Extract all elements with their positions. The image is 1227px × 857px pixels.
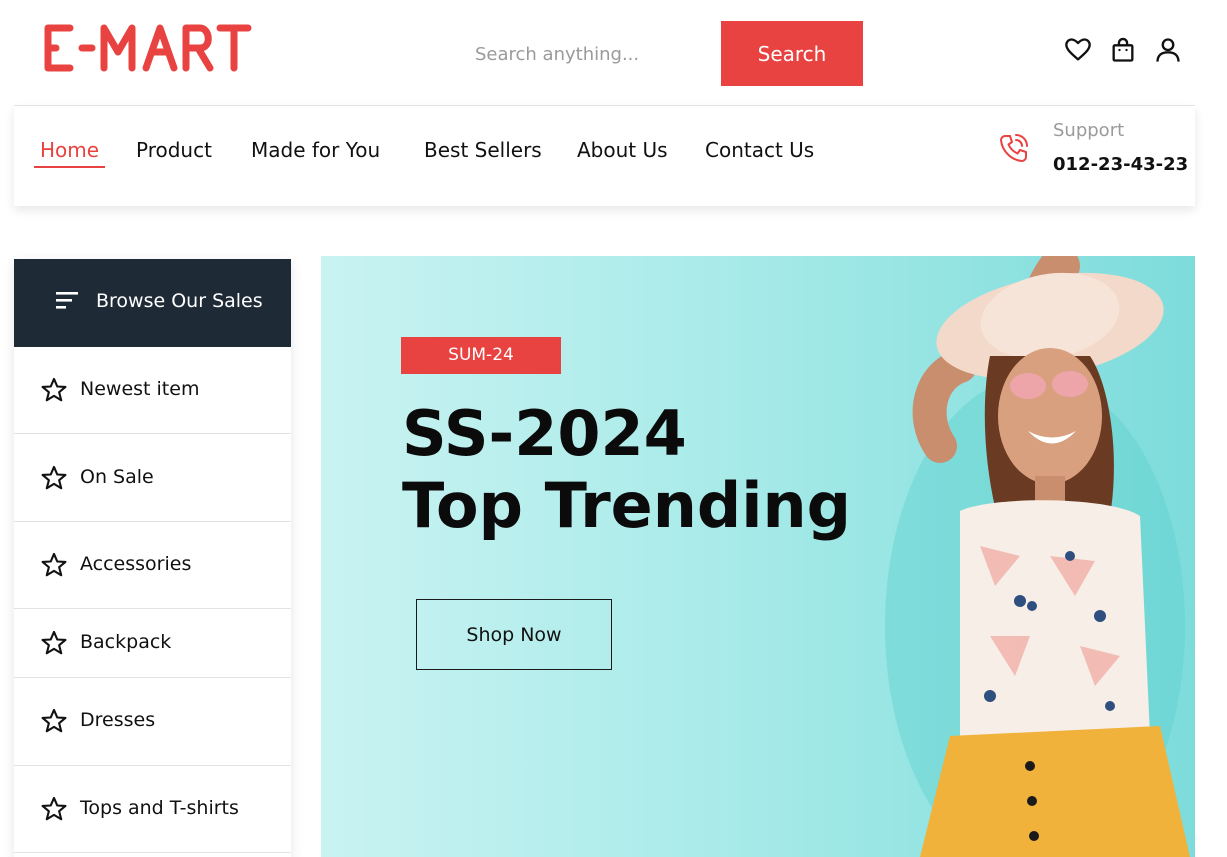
sidebar-item-label: Backpack (80, 631, 172, 653)
star-icon (40, 795, 68, 823)
search-button[interactable]: Search (721, 21, 863, 86)
user-icon[interactable] (1154, 36, 1182, 64)
hero-title: SS-2024 Top Trending (402, 398, 851, 542)
search-input[interactable] (460, 24, 700, 84)
sidebar-item-dresses[interactable]: Dresses (14, 678, 291, 766)
star-icon (40, 629, 68, 657)
shopping-bag-icon[interactable] (1109, 36, 1137, 64)
shop-now-button[interactable]: Shop Now (416, 599, 612, 670)
support-phone[interactable]: 012-23-43-23 (1053, 154, 1188, 175)
sidebar-item-newest[interactable]: Newest item (14, 347, 291, 434)
hero-title-line1: SS-2024 (402, 397, 687, 470)
phone-ringing-icon (996, 130, 1032, 166)
sidebar-item-backpack[interactable]: Backpack (14, 609, 291, 678)
browse-sales-label: Browse Our Sales (96, 290, 263, 312)
sidebar-item-label: Dresses (80, 709, 156, 731)
sidebar-item-label: Newest item (80, 378, 200, 400)
star-icon (40, 464, 68, 492)
nav-contact-us[interactable]: Contact Us (705, 136, 814, 168)
browse-sales-header[interactable]: Browse Our Sales (14, 259, 291, 347)
nav-about-us[interactable]: About Us (577, 136, 668, 168)
sidebar-item-label: Tops and T-shirts (80, 797, 239, 819)
support-label: Support (1053, 120, 1125, 141)
star-icon (40, 376, 68, 404)
hero-model-image (885, 256, 1190, 857)
nav-home[interactable]: Home (34, 136, 106, 168)
heart-icon[interactable] (1064, 36, 1092, 64)
promo-tag: SUM-24 (401, 337, 561, 374)
star-icon (40, 551, 68, 579)
nav-best-sellers[interactable]: Best Sellers (424, 136, 542, 168)
hero-title-line2: Top Trending (402, 469, 852, 542)
star-icon (40, 707, 68, 735)
sidebar-item-tops[interactable]: Tops and T-shirts (14, 766, 291, 853)
sidebar-item-label: On Sale (80, 466, 154, 488)
e-mart-logo[interactable] (42, 22, 252, 74)
nav-made-for-you[interactable]: Made for You (251, 136, 380, 168)
sidebar-item-accessories[interactable]: Accessories (14, 522, 291, 609)
menu-lines-icon (54, 289, 80, 313)
sidebar-item-on-sale[interactable]: On Sale (14, 434, 291, 522)
sidebar-item-label: Accessories (80, 553, 192, 575)
nav-product[interactable]: Product (136, 136, 212, 168)
